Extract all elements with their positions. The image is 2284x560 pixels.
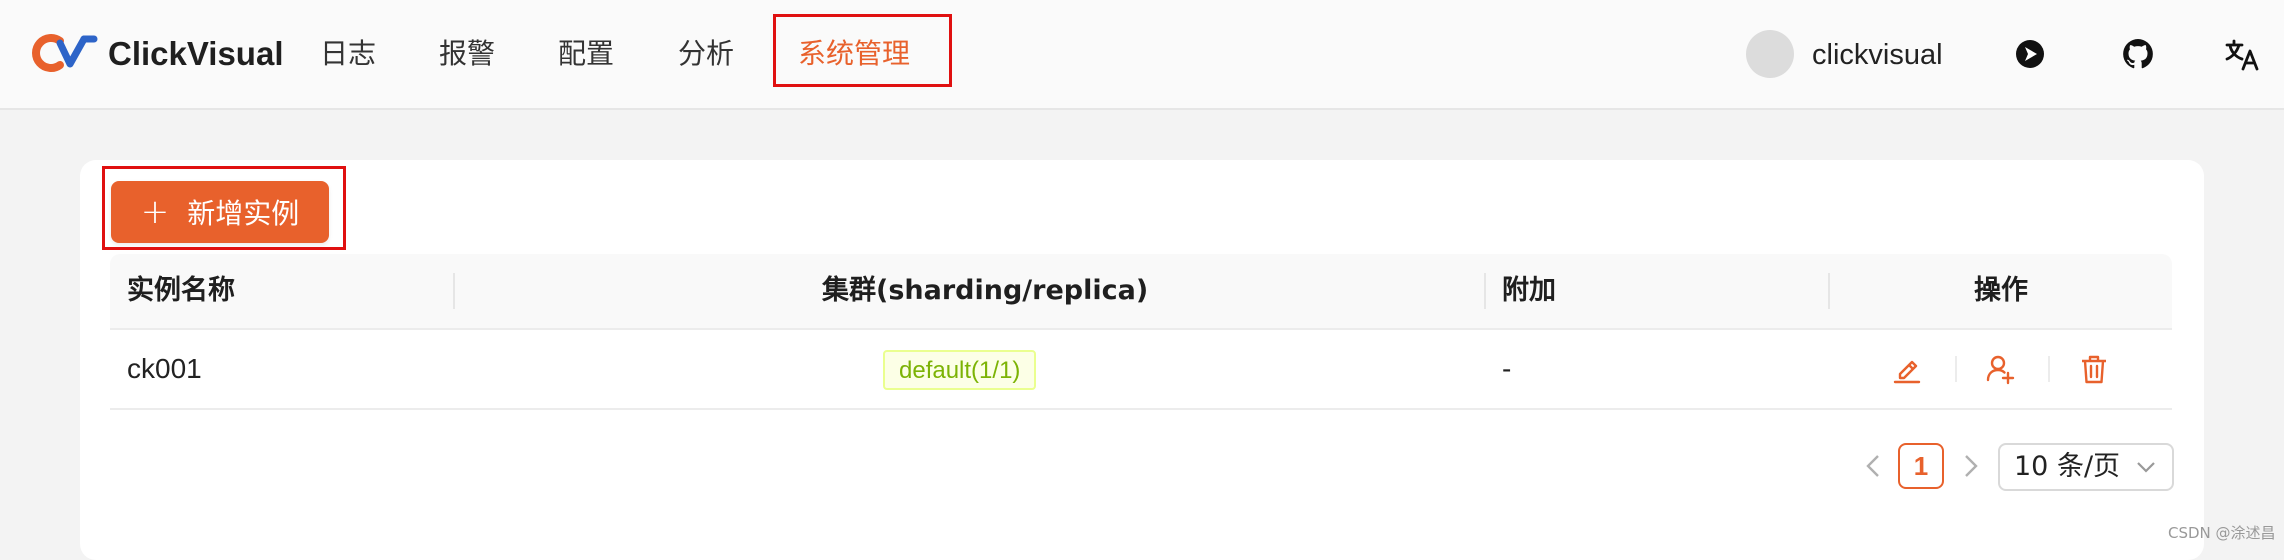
- chevron-down-icon: [2137, 462, 2155, 473]
- delete-icon[interactable]: [2077, 352, 2111, 386]
- table-header: 实例名称 集群(sharding/replica) 附加 操作: [110, 254, 2172, 330]
- table-row: ck001 default(1/1) -: [110, 330, 2172, 410]
- column-header-extra: 附加: [1502, 275, 1556, 306]
- avatar[interactable]: [1746, 30, 1794, 78]
- nav-item-system-management[interactable]: 系统管理: [798, 28, 910, 80]
- brand-name[interactable]: ClickVisual: [108, 32, 284, 76]
- column-divider: [453, 273, 455, 309]
- add-instance-label: 新增实例: [187, 197, 300, 230]
- language-translate-icon[interactable]: [2224, 36, 2260, 72]
- pagination-next-icon[interactable]: [1956, 446, 1984, 486]
- column-header-cluster: 集群(sharding/replica): [822, 275, 1149, 306]
- top-navigation-bar: ClickVisual 日志 报警 配置 分析 系统管理 clickvisual: [0, 0, 2284, 110]
- nav-item-config[interactable]: 配置: [558, 28, 614, 80]
- page-size-select[interactable]: 10 条/页: [1998, 443, 2174, 491]
- plus-icon: +: [140, 192, 170, 232]
- nav-item-alarm[interactable]: 报警: [439, 28, 495, 80]
- docs-icon[interactable]: [2012, 36, 2048, 72]
- column-header-instance-name: 实例名称: [127, 275, 235, 306]
- pagination-page-1[interactable]: 1: [1898, 443, 1944, 489]
- pagination-prev-icon[interactable]: [1860, 446, 1888, 486]
- watermark: CSDN @涂述昌: [2168, 524, 2276, 542]
- cluster-tag: default(1/1): [883, 350, 1037, 390]
- github-icon[interactable]: [2120, 36, 2156, 72]
- column-divider: [1828, 273, 1830, 309]
- column-divider: [1484, 273, 1486, 309]
- clickvisual-logo-icon[interactable]: [30, 33, 98, 73]
- add-instance-button[interactable]: + 新增实例: [111, 181, 329, 243]
- username[interactable]: clickvisual: [1812, 33, 1943, 77]
- column-header-actions: 操作: [1974, 275, 2028, 306]
- instance-name-cell: ck001: [127, 353, 202, 384]
- nav-item-analysis[interactable]: 分析: [678, 28, 734, 80]
- action-divider: [1955, 356, 1957, 382]
- action-divider: [2048, 356, 2050, 382]
- extra-cell: -: [1502, 353, 1512, 384]
- nav-item-logs[interactable]: 日志: [320, 28, 376, 80]
- user-add-icon[interactable]: [1984, 352, 2018, 386]
- edit-icon[interactable]: [1890, 352, 1924, 386]
- page-size-value: 10 条/页: [2014, 451, 2121, 482]
